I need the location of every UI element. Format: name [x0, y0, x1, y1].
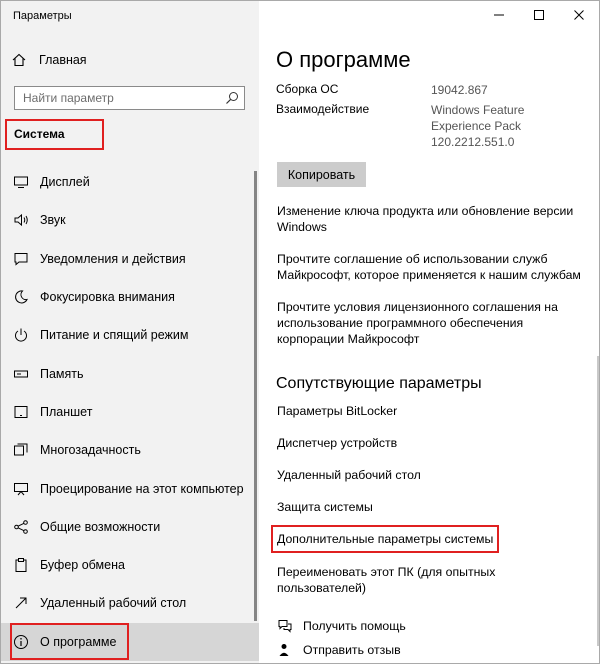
window-title: Параметры — [13, 10, 72, 22]
sidebar-item-label: Дисплей — [40, 175, 90, 190]
display-icon — [12, 173, 30, 191]
notification-icon — [12, 250, 30, 268]
home-icon — [11, 52, 27, 68]
sidebar-item-label: Звук — [40, 213, 66, 228]
link-services-agreement[interactable]: Прочтите соглашение об использовании слу… — [277, 251, 587, 283]
sidebar-item-label: Общие возможности — [40, 519, 161, 534]
sidebar-item-tablet[interactable]: Планшет — [1, 393, 259, 431]
tablet-icon — [12, 403, 30, 421]
spec-value-experience: Windows Feature Experience Pack 120.2212… — [431, 102, 524, 150]
sidebar-item-label: Удаленный рабочий стол — [40, 596, 187, 611]
sidebar-item-label: Питание и спящий режим — [40, 328, 189, 343]
settings-window: Параметры Главная Найти параметр Система… — [0, 0, 600, 664]
link-line: Прочтите условия лицензионного соглашени… — [277, 300, 558, 314]
remote-desktop-icon — [12, 594, 30, 612]
link-license-terms[interactable]: Прочтите условия лицензионного соглашени… — [277, 299, 587, 347]
moon-icon — [12, 288, 30, 306]
link-bitlocker[interactable]: Параметры BitLocker — [277, 403, 587, 419]
projector-icon — [12, 480, 30, 498]
sidebar-item-shared-experiences[interactable]: Общие возможности — [1, 508, 259, 546]
minimize-button[interactable] — [479, 1, 519, 29]
link-line: корпорации Майкрософт — [277, 332, 420, 346]
sidebar-item-home[interactable]: Главная — [11, 50, 87, 70]
search-icon[interactable] — [220, 87, 244, 109]
sidebar-item-label: Многозадачность — [40, 443, 141, 458]
sidebar-item-storage[interactable]: Память — [1, 354, 259, 392]
related-settings-heading: Сопутствующие параметры — [276, 375, 482, 392]
main-scrollbar[interactable] — [597, 356, 599, 646]
sidebar-item-label: О программе — [40, 634, 117, 649]
window-controls — [479, 1, 599, 29]
search-field[interactable]: Найти параметр — [14, 86, 245, 110]
link-line: Windows — [277, 220, 327, 234]
sidebar-scrollbar[interactable] — [254, 171, 257, 621]
spec-label-experience: Взаимодействие — [276, 102, 370, 116]
sidebar-item-label: Память — [40, 366, 84, 381]
spec-label-os-build: Сборка ОС — [276, 82, 339, 96]
power-icon — [12, 326, 30, 344]
sidebar-item-focus-assist[interactable]: Фокусировка внимания — [1, 278, 259, 316]
spec-value-line: 19042.867 — [431, 83, 488, 97]
feedback-icon — [277, 642, 293, 658]
link-line: Майкрософт, которое применяется к нашим … — [277, 268, 581, 282]
sidebar-item-label: Планшет — [40, 404, 93, 419]
send-feedback-label: Отправить отзыв — [303, 643, 401, 657]
link-line: Прочтите соглашение об использовании слу… — [277, 252, 548, 266]
sidebar-item-display[interactable]: Дисплей — [1, 163, 259, 201]
link-system-protection[interactable]: Защита системы — [277, 499, 587, 515]
link-device-manager[interactable]: Диспетчер устройств — [277, 435, 587, 451]
sidebar-nav: Дисплей Звук Уведомления и действия Фоку… — [1, 163, 259, 661]
spec-value-line: 120.2212.551.0 — [431, 135, 515, 149]
sidebar-item-multitasking[interactable]: Многозадачность — [1, 431, 259, 469]
get-help-label: Получить помощь — [303, 619, 406, 633]
search-input[interactable]: Найти параметр — [15, 91, 220, 105]
sidebar-item-power[interactable]: Питание и спящий режим — [1, 316, 259, 354]
close-button[interactable] — [559, 1, 599, 29]
copy-button[interactable]: Копировать — [277, 162, 366, 187]
maximize-button[interactable] — [519, 1, 559, 29]
link-advanced-system-settings[interactable]: Дополнительные параметры системы — [277, 531, 587, 547]
link-change-product-key[interactable]: Изменение ключа продукта или обновление … — [277, 203, 587, 235]
link-line: использование программного обеспечения — [277, 316, 524, 330]
spec-value-line: Windows Feature — [431, 103, 525, 117]
storage-icon — [12, 365, 30, 383]
link-line: Изменение ключа продукта или обновление … — [277, 204, 574, 218]
speaker-icon — [12, 211, 30, 229]
send-feedback-link[interactable]: Отправить отзыв — [277, 642, 401, 658]
section-heading: Система — [14, 127, 65, 141]
multitasking-icon — [12, 441, 30, 459]
main-content: О программе Сборка ОС 19042.867 Взаимоде… — [259, 1, 599, 663]
sidebar-item-projecting[interactable]: Проецирование на этот компьютер — [1, 469, 259, 507]
spec-value-line: Experience Pack — [431, 119, 522, 133]
sidebar-item-sound[interactable]: Звук — [1, 201, 259, 239]
clipboard-icon — [12, 556, 30, 574]
sidebar-item-label: Буфер обмена — [40, 558, 125, 573]
link-remote-desktop[interactable]: Удаленный рабочий стол — [277, 467, 587, 483]
spec-value-os-build: 19042.867 — [431, 82, 488, 98]
sidebar-item-clipboard[interactable]: Буфер обмена — [1, 546, 259, 584]
share-icon — [12, 518, 30, 536]
info-icon — [12, 633, 30, 651]
link-rename-pc[interactable]: Переименовать этот ПК (для опытных польз… — [277, 564, 587, 596]
sidebar-item-notifications[interactable]: Уведомления и действия — [1, 240, 259, 278]
get-help-link[interactable]: Получить помощь — [277, 618, 406, 634]
home-label: Главная — [39, 53, 87, 67]
sidebar-item-remote-desktop[interactable]: Удаленный рабочий стол — [1, 584, 259, 622]
sidebar-item-label: Уведомления и действия — [40, 251, 186, 266]
sidebar: Параметры Главная Найти параметр Система… — [1, 1, 259, 663]
sidebar-item-label: Проецирование на этот компьютер — [40, 481, 244, 496]
sidebar-item-about[interactable]: О программе — [1, 622, 259, 661]
help-chat-icon — [277, 618, 293, 634]
page-title: О программе — [276, 47, 411, 72]
sidebar-item-label: Фокусировка внимания — [40, 290, 175, 305]
